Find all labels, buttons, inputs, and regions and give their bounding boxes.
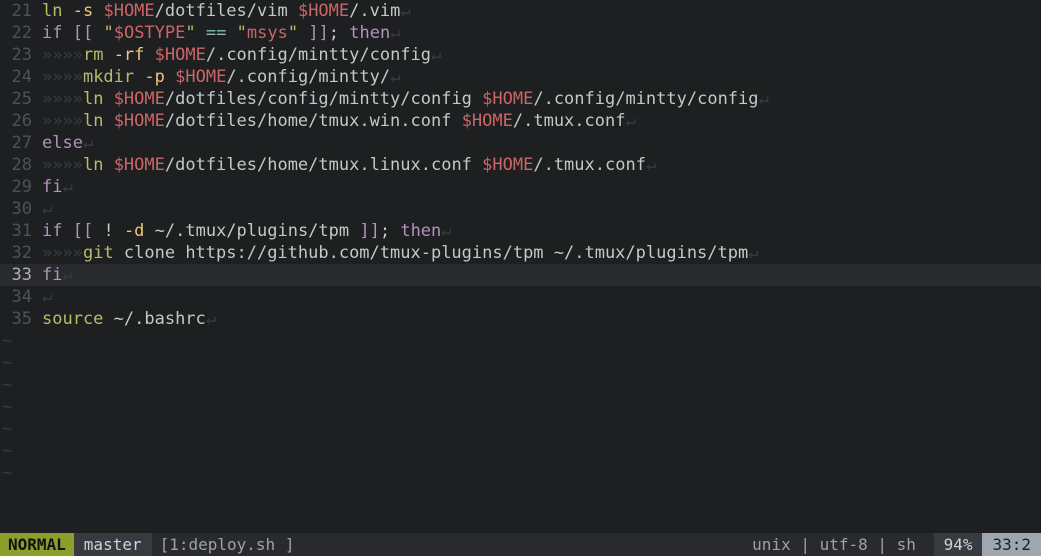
line-number: 33: [0, 264, 42, 286]
line-number: 27: [0, 132, 42, 154]
line-number: 31: [0, 220, 42, 242]
line-content[interactable]: »»»»mkdir -p $HOME/.config/mintty/↵: [42, 66, 1041, 88]
scroll-percent: 94%: [934, 533, 983, 556]
code-line[interactable]: 26»»»»ln $HOME/dotfiles/home/tmux.win.co…: [0, 110, 1041, 132]
line-content[interactable]: fi↵: [42, 176, 1041, 198]
line-number: 24: [0, 66, 42, 88]
empty-line-tilde: ~: [0, 374, 1041, 396]
line-number: 32: [0, 242, 42, 264]
mode-indicator: NORMAL: [0, 533, 74, 556]
line-number: 35: [0, 308, 42, 330]
code-line[interactable]: 34↵: [0, 286, 1041, 308]
line-content[interactable]: »»»»git clone https://github.com/tmux-pl…: [42, 242, 1041, 264]
git-branch: master: [74, 533, 152, 556]
code-line[interactable]: 22if [[ "$OSTYPE" == "msys" ]]; then↵: [0, 22, 1041, 44]
empty-line-tilde: ~: [0, 440, 1041, 462]
code-line[interactable]: 23»»»»rm -rf $HOME/.config/mintty/config…: [0, 44, 1041, 66]
code-line[interactable]: 30↵: [0, 198, 1041, 220]
line-number: 21: [0, 0, 42, 22]
code-line[interactable]: 24»»»»mkdir -p $HOME/.config/mintty/↵: [0, 66, 1041, 88]
code-line[interactable]: 33fi↵: [0, 264, 1041, 286]
code-line[interactable]: 25»»»»ln $HOME/dotfiles/config/mintty/co…: [0, 88, 1041, 110]
code-line[interactable]: 27else↵: [0, 132, 1041, 154]
empty-line-tilde: ~: [0, 330, 1041, 352]
line-content[interactable]: ↵: [42, 286, 1041, 308]
cursor-position: 33:2: [982, 533, 1041, 556]
line-content[interactable]: ln -s $HOME/dotfiles/vim $HOME/.vim↵: [42, 0, 1041, 22]
status-spacer: [302, 533, 744, 556]
line-content[interactable]: fi↵: [42, 264, 1041, 286]
code-line[interactable]: 21ln -s $HOME/dotfiles/vim $HOME/.vim↵: [0, 0, 1041, 22]
line-content[interactable]: »»»»ln $HOME/dotfiles/home/tmux.linux.co…: [42, 154, 1041, 176]
line-content[interactable]: if [[ ! -d ~/.tmux/plugins/tpm ]]; then↵: [42, 220, 1041, 242]
line-content[interactable]: »»»»ln $HOME/dotfiles/config/mintty/conf…: [42, 88, 1041, 110]
file-encoding: unix | utf-8 | sh: [744, 533, 933, 556]
code-line[interactable]: 32»»»»git clone https://github.com/tmux-…: [0, 242, 1041, 264]
line-number: 34: [0, 286, 42, 308]
empty-line-tilde: ~: [0, 352, 1041, 374]
line-content[interactable]: ↵: [42, 198, 1041, 220]
line-number: 26: [0, 110, 42, 132]
code-line[interactable]: 28»»»»ln $HOME/dotfiles/home/tmux.linux.…: [0, 154, 1041, 176]
line-content[interactable]: »»»»rm -rf $HOME/.config/mintty/config↵: [42, 44, 1041, 66]
line-content[interactable]: else↵: [42, 132, 1041, 154]
line-number: 22: [0, 22, 42, 44]
line-number: 23: [0, 44, 42, 66]
line-content[interactable]: source ~/.bashrc↵: [42, 308, 1041, 330]
line-number: 25: [0, 88, 42, 110]
status-bar: NORMAL master [1:deploy.sh ] unix | utf-…: [0, 533, 1041, 556]
code-area[interactable]: 21ln -s $HOME/dotfiles/vim $HOME/.vim↵22…: [0, 0, 1041, 533]
empty-line-tilde: ~: [0, 418, 1041, 440]
code-line[interactable]: 31if [[ ! -d ~/.tmux/plugins/tpm ]]; the…: [0, 220, 1041, 242]
empty-line-tilde: ~: [0, 462, 1041, 484]
empty-line-tilde: ~: [0, 396, 1041, 418]
code-line[interactable]: 35source ~/.bashrc↵: [0, 308, 1041, 330]
line-number: 28: [0, 154, 42, 176]
code-line[interactable]: 29fi↵: [0, 176, 1041, 198]
line-number: 30: [0, 198, 42, 220]
buffer-name: [1:deploy.sh ]: [152, 533, 303, 556]
line-content[interactable]: »»»»ln $HOME/dotfiles/home/tmux.win.conf…: [42, 110, 1041, 132]
line-content[interactable]: if [[ "$OSTYPE" == "msys" ]]; then↵: [42, 22, 1041, 44]
line-number: 29: [0, 176, 42, 198]
editor-root: 21ln -s $HOME/dotfiles/vim $HOME/.vim↵22…: [0, 0, 1041, 556]
